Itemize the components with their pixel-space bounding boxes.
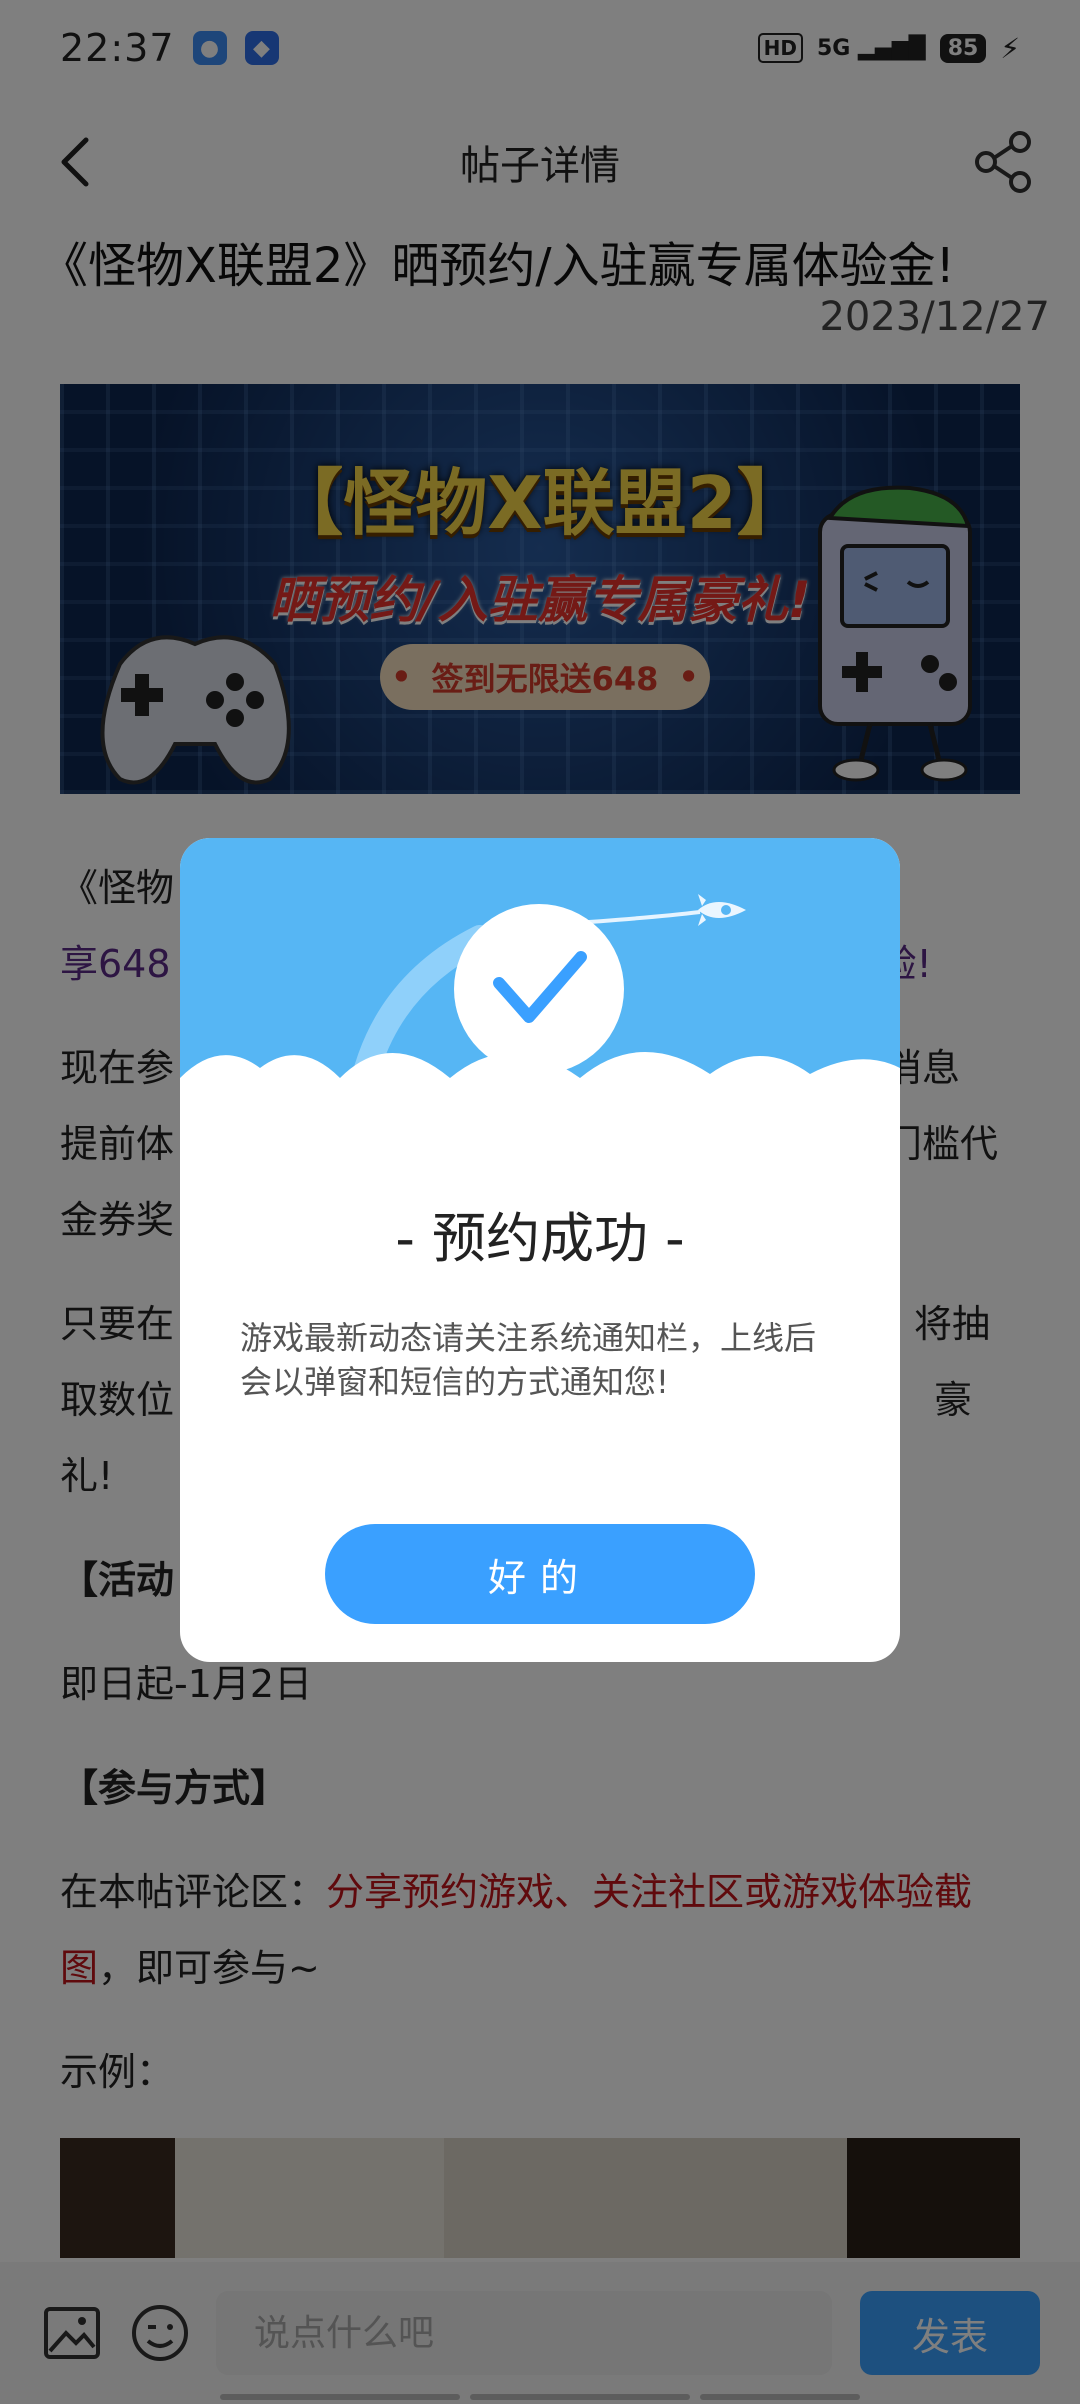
dialog-header-graphic (180, 838, 900, 1168)
ok-button[interactable]: 好的 (325, 1524, 755, 1624)
dialog-message: 游戏最新动态请关注系统通知栏，上线后会以弹窗和短信的方式通知您! (240, 1319, 817, 1401)
success-check-badge (454, 904, 624, 1074)
reservation-success-dialog: - 预约成功 - 游戏最新动态请关注系统通知栏，上线后会以弹窗和短信的方式通知您… (180, 838, 900, 1662)
checkmark-icon (493, 951, 587, 1023)
rocket-icon (698, 894, 746, 926)
dialog-title: - 预约成功 - (395, 1207, 685, 1270)
